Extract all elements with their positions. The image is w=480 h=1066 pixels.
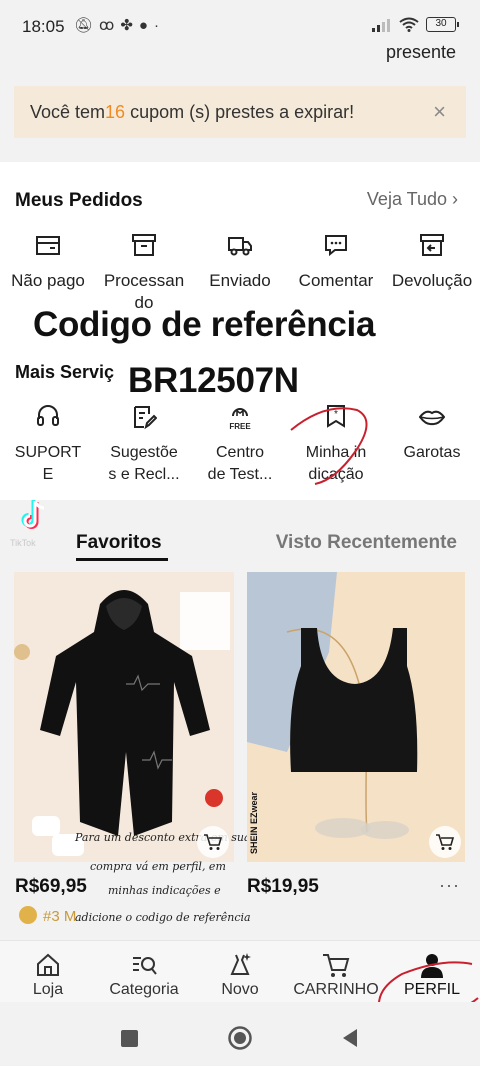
tab-active-indicator [76, 558, 168, 561]
rank-badge-icon [19, 906, 37, 924]
status-time: 18:05 [22, 17, 65, 36]
order-return[interactable]: Devolução [384, 232, 480, 292]
lips-icon [419, 410, 445, 426]
coupon-banner[interactable]: Você tem16 cupom (s) prestes a expirar! … [14, 86, 466, 138]
order-comment[interactable]: Comentar [288, 232, 384, 292]
coupon-text: Você tem16 cupom (s) prestes a expirar! [30, 101, 355, 122]
cart-add-icon [436, 834, 455, 850]
back-button[interactable] [341, 1028, 359, 1048]
new-dress-icon [230, 953, 251, 975]
service-suggestions[interactable]: Sugestõe s e Recl... [96, 402, 192, 486]
status-right: 30 [372, 17, 459, 32]
add-to-cart-button[interactable] [197, 826, 229, 858]
tiktok-logo-icon [21, 500, 45, 529]
home-button[interactable] [227, 1025, 253, 1051]
tab-recently-viewed[interactable]: Visto Recentemente [276, 532, 457, 554]
nav-new[interactable]: Novo [210, 952, 270, 999]
comment-icon [325, 235, 347, 257]
signal-icon [372, 18, 390, 32]
order-shipped[interactable]: Enviado [192, 232, 288, 292]
close-icon[interactable]: × [433, 99, 446, 125]
return-icon [420, 234, 444, 256]
truck-icon [228, 237, 252, 256]
order-processing[interactable]: Processan do [96, 232, 192, 314]
pinwheel-icon: ✤ [120, 17, 133, 34]
nav-shop[interactable]: Loja [18, 952, 78, 999]
more-options-icon[interactable]: ··· [439, 875, 460, 896]
tank-top-illustration: SHEIN EZwear [247, 572, 465, 862]
service-girls[interactable]: Garotas [384, 402, 480, 464]
product-brand-text: SHEIN EZwear [249, 791, 259, 854]
product-image-tank-top[interactable]: SHEIN EZwear [247, 572, 465, 862]
tab-favorites[interactable]: Favoritos [76, 532, 162, 554]
free-trial-icon: FREE [229, 408, 251, 431]
mute-icon: 🔕︎ [74, 17, 94, 34]
handwritten-note-line2: compra vá em perfil, em [90, 860, 226, 873]
check-circle-icon: ● [138, 17, 148, 34]
jumpsuit-illustration [14, 572, 234, 862]
product-price: R$19,95 [247, 876, 319, 897]
wifi-icon [399, 17, 419, 32]
coupon-count: 16 [105, 101, 126, 122]
home-icon [37, 953, 59, 976]
rank-badge: #3 M [43, 908, 77, 925]
status-icons: 🔕︎ ꝏ ✤ ● · [74, 18, 159, 34]
cart-icon [323, 954, 350, 977]
service-test-center[interactable]: FREE Centro de Test... [192, 402, 288, 486]
annotation-circle-referral [290, 407, 368, 485]
product-image-jumpsuit[interactable] [14, 572, 234, 862]
see-all-link[interactable]: Veja Tudo › [367, 189, 458, 210]
dot-icon: · [153, 17, 159, 34]
nav-category[interactable]: Categoria [102, 952, 186, 999]
services-title: Mais Serviç [15, 362, 115, 382]
voicemail-icon: ꝏ [99, 17, 115, 34]
orders-title: Meus Pedidos [15, 190, 143, 211]
nav-cart[interactable]: CARRINHO [290, 952, 382, 999]
category-search-icon [133, 957, 157, 975]
recent-apps-button[interactable] [121, 1030, 138, 1047]
system-nav-bar [0, 1002, 480, 1066]
battery-indicator: 30 [426, 17, 459, 32]
svg-text:FREE: FREE [229, 422, 251, 431]
referral-code-value: BR12507N [128, 361, 299, 400]
gift-link[interactable]: presente [386, 42, 456, 63]
app-screen: 18:05 🔕︎ ꝏ ✤ ● · 30 presente Você tem16 … [0, 0, 480, 1066]
edit-note-icon [134, 406, 157, 430]
service-support[interactable]: SUPORT E [0, 402, 96, 486]
cart-add-icon [204, 834, 223, 850]
tiktok-watermark: TikTok [10, 538, 36, 548]
wallet-icon [36, 236, 60, 255]
box-icon [132, 234, 156, 256]
handwritten-note-line3: minhas indicações e [108, 884, 221, 897]
handwritten-note-line4: adicione o codigo de referência [75, 911, 251, 924]
referral-code-heading: Codigo de referência [33, 305, 376, 344]
status-bar: 18:05 🔕︎ ꝏ ✤ ● · 30 presente [0, 0, 480, 62]
order-unpaid[interactable]: Não pago [0, 232, 96, 292]
add-to-cart-button[interactable] [429, 826, 461, 858]
product-price: R$69,95 [15, 876, 87, 897]
headset-icon [37, 405, 59, 426]
